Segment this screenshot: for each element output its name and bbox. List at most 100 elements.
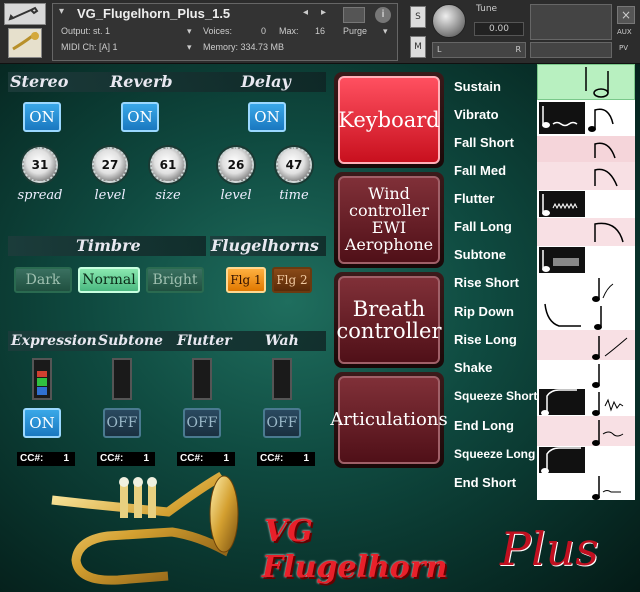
flg1-button[interactable]: Flg 1 [226, 267, 266, 293]
flg2-button[interactable]: Flg 2 [272, 267, 312, 293]
wah-title: Wah [265, 333, 299, 349]
art-label-end-long: End Long [454, 418, 514, 433]
timbre-dark-button[interactable]: Dark [14, 267, 72, 293]
keyboard-mode-button[interactable]: Keyboard [334, 72, 444, 168]
art-label-vibrato: Vibrato [454, 107, 499, 122]
reverb-level-value: 27 [101, 158, 119, 172]
delay-time-value: 47 [285, 158, 303, 172]
art-label-rip-down: Rip Down [454, 304, 514, 319]
midi-dropdown-icon[interactable]: ▾ [187, 42, 192, 53]
shake-articulation-icon[interactable] [537, 360, 635, 388]
rise-long-articulation-icon[interactable] [537, 330, 635, 360]
pan-slider[interactable]: L R [432, 42, 526, 58]
delay-title: Delay [241, 72, 291, 91]
expression-toggle-button[interactable]: ON [23, 408, 61, 438]
cc-value[interactable]: 1 [303, 452, 309, 466]
tune-value[interactable]: 0.00 [474, 22, 524, 36]
end-short-articulation-icon[interactable] [537, 474, 635, 500]
info-icon[interactable]: i [375, 7, 391, 23]
flutter-toggle-button[interactable]: OFF [183, 408, 221, 438]
stereo-title: Stereo [10, 72, 69, 91]
rip-down-articulation-icon[interactable] [537, 302, 635, 330]
reverb-toggle-button[interactable]: ON [121, 102, 159, 132]
art-label-sustain: Sustain [454, 79, 501, 94]
memory-readout: Memory: 334.73 MB [203, 42, 285, 52]
main-panel: Stereo Reverb Delay ON ON ON 31 27 61 26… [0, 64, 640, 592]
max-value: 16 [315, 26, 326, 36]
brand-vg: VG [264, 514, 313, 549]
cc-label: CC#: [180, 453, 204, 464]
cc-value[interactable]: 1 [63, 452, 69, 466]
articulations-label: Articulations [330, 376, 448, 464]
close-icon[interactable]: × [617, 6, 635, 24]
max-label: Max: [279, 26, 299, 36]
subtone-cc-field[interactable]: CC#: 1 [97, 452, 155, 466]
stereo-toggle-button[interactable]: ON [23, 102, 61, 132]
flutter-cc-field[interactable]: CC#: 1 [177, 452, 235, 466]
cc-value[interactable]: 1 [143, 452, 149, 466]
wind-line4: Aerophone [344, 234, 434, 254]
volume-slider[interactable] [530, 42, 612, 58]
sustain-articulation-icon[interactable] [537, 64, 635, 100]
reverb-level-knob[interactable]: 27 [92, 147, 128, 183]
subtone-toggle-button[interactable]: OFF [103, 408, 141, 438]
next-instrument-icon[interactable]: ▸ [321, 7, 326, 18]
purge-dropdown-icon[interactable]: ▾ [383, 26, 388, 37]
midi-channel-select[interactable]: MIDI Ch: [A] 1 [61, 42, 118, 52]
fall-long-articulation-icon[interactable] [537, 218, 635, 246]
cc-label: CC#: [100, 453, 124, 464]
squeeze-short-articulation-icon[interactable] [537, 388, 635, 416]
end-long-articulation-icon[interactable] [537, 416, 635, 446]
prev-instrument-icon[interactable]: ◂ [303, 7, 308, 18]
delay-time-knob[interactable]: 47 [276, 147, 312, 183]
mute-button[interactable]: M [410, 36, 426, 58]
tune-knob[interactable] [432, 4, 466, 38]
wrench-icon[interactable] [4, 3, 46, 25]
delay-toggle-button[interactable]: ON [248, 102, 286, 132]
instrument-name[interactable]: VG_Flugelhorn_Plus_1.5 [77, 6, 230, 21]
articulation-icon-column [537, 64, 635, 500]
art-label-squeeze-long: Squeeze Long [454, 447, 536, 461]
timbre-normal-button[interactable]: Normal [78, 267, 140, 293]
timbre-bright-button[interactable]: Bright [146, 267, 204, 293]
cc-value[interactable]: 1 [223, 452, 229, 466]
collapse-icon[interactable]: ▾ [59, 6, 64, 17]
reverb-size-value: 61 [159, 158, 177, 172]
pan-right-label: R [515, 45, 521, 54]
wah-cc-field[interactable]: CC#: 1 [257, 452, 315, 466]
rise-short-articulation-icon[interactable] [537, 274, 635, 302]
delay-level-knob[interactable]: 26 [218, 147, 254, 183]
subtone-articulation-icon[interactable] [537, 246, 635, 274]
aux-label[interactable]: AUX [617, 28, 632, 36]
voices-value: 0 [261, 26, 267, 36]
stereo-spread-knob[interactable]: 31 [22, 147, 58, 183]
wah-meter [272, 358, 292, 400]
brand-plus: Plus [500, 522, 599, 576]
squeeze-long-articulation-icon[interactable] [537, 446, 635, 474]
articulations-mode-button[interactable]: Articulations [330, 372, 448, 468]
vibrato-articulation-icon[interactable] [537, 100, 635, 136]
breath-line2: controller [336, 319, 442, 343]
level-meter [530, 4, 612, 40]
output-select[interactable]: Output: st. 1 [61, 26, 110, 36]
dropdown-icon[interactable]: ▾ [187, 26, 192, 37]
expression-cc-field[interactable]: CC#: 1 [17, 452, 75, 466]
wind-controller-mode-button[interactable]: Wind controller EWI Aerophone [334, 172, 444, 268]
breath-line1: Breath [352, 296, 426, 321]
flugelhorns-title: Flugelhorns [211, 236, 319, 255]
solo-button[interactable]: S [410, 6, 426, 28]
wah-toggle-button[interactable]: OFF [263, 408, 301, 438]
purge-button[interactable]: Purge [343, 26, 367, 36]
reverb-size-knob[interactable]: 61 [150, 147, 186, 183]
camera-icon[interactable] [343, 7, 365, 23]
delay-level-label: level [220, 188, 252, 203]
fall-med-articulation-icon[interactable] [537, 162, 635, 190]
pv-label[interactable]: PV [619, 44, 628, 52]
keyboard-label: Keyboard [338, 76, 440, 164]
flutter-articulation-icon[interactable] [537, 190, 635, 218]
expression-title: Expression [11, 333, 97, 349]
art-label-subtone: Subtone [454, 247, 506, 262]
breath-controller-mode-button[interactable]: Breath controller [334, 272, 444, 368]
fall-short-articulation-icon[interactable] [537, 136, 635, 162]
timbre-title: Timbre [76, 236, 141, 255]
